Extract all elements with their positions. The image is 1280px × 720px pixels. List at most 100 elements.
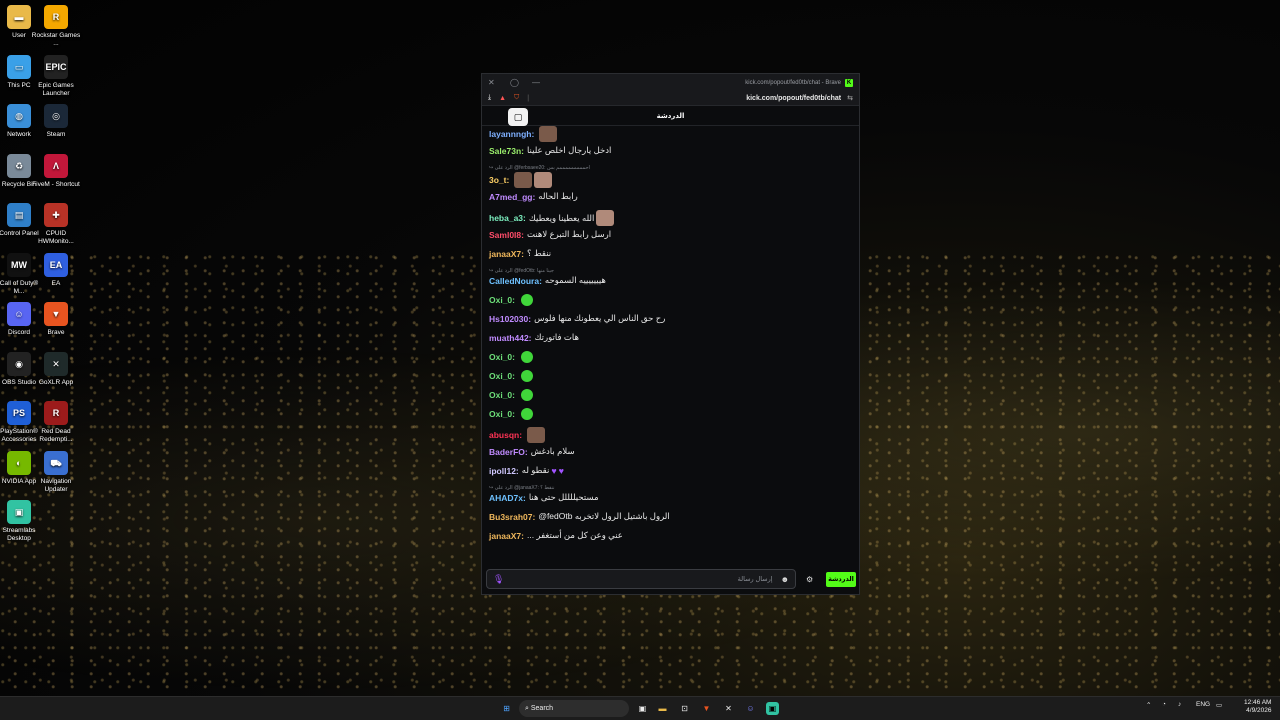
chat-message-list[interactable]: layannngh: Sale73n: ادخل يارجال اخلص علينا… — [482, 126, 859, 566]
chat-username[interactable]: Oxi_0: — [489, 409, 515, 419]
chat-message[interactable]: AHAD7x: مستحيللللل حتى هنا — [489, 492, 599, 503]
chat-message[interactable]: Sale73n: ادخل يارجال اخلص علينا — [489, 145, 611, 156]
chat-message-text: ... عني وعن كل من أستغفر — [526, 530, 623, 540]
chat-username[interactable]: heba_a3: — [489, 213, 526, 223]
tray-chevron-icon[interactable]: ⌃ — [1146, 701, 1151, 709]
chat-username[interactable]: Saml0l8: — [489, 230, 524, 240]
chat-username[interactable]: Oxi_0: — [489, 371, 515, 381]
brave-icon: ▼ — [44, 302, 68, 326]
chat-username[interactable]: janaaX7: — [489, 249, 524, 259]
share-icon[interactable]: ⇆ — [847, 94, 853, 102]
chat-username[interactable]: CalledNoura: — [489, 276, 542, 286]
chat-username[interactable]: Oxi_0: — [489, 295, 515, 305]
control-panel-icon: ▤ — [7, 203, 31, 227]
taskbar-search[interactable]: ⌕ Search — [519, 700, 629, 717]
chat-message[interactable]: Oxi_0: — [489, 351, 533, 363]
desktop-shortcut[interactable]: R Red Dead Redempti... — [31, 401, 81, 444]
minimize-icon[interactable]: — — [532, 78, 554, 87]
chat-username[interactable]: Sale73n: — [489, 146, 524, 156]
chat-username[interactable]: BaderFO: — [489, 447, 528, 457]
microphone-tray-icon[interactable]: ♪ — [1178, 701, 1181, 708]
chat-title: الدردشة — [656, 112, 685, 120]
chat-message[interactable]: muath442: هات فاتورتك — [489, 332, 579, 343]
chat-message-text: @fedOtb الرول باشتيل الرول لاتخربه — [538, 511, 670, 521]
clock[interactable]: 12:46 AM 4/9/2026 — [1244, 699, 1271, 715]
epic-games-icon: EPIC — [44, 54, 68, 79]
brave-shield-icon[interactable]: ⛉ — [514, 94, 519, 102]
reply-context[interactable]: ↪ الرد على @fedOtb: جينا منها — [489, 268, 554, 274]
language-indicator[interactable]: ENG — [1196, 701, 1210, 708]
chat-message[interactable]: abusqn: — [489, 427, 546, 443]
streamlabs-taskbar-icon[interactable]: ▣ — [766, 702, 779, 715]
chat-username[interactable]: ipoll12: — [489, 466, 519, 476]
chat-message[interactable]: Oxi_0: — [489, 370, 533, 382]
desktop-shortcut[interactable]: R Rockstar Games ... — [31, 5, 81, 48]
chat-message[interactable]: A7med_gg: رابط الحاله — [489, 191, 578, 202]
address-bar: ⤓ ▲ ⛉ | kick.com/popout/fed0tb/chat ⇆ — [482, 91, 859, 106]
goxlr-taskbar-icon[interactable]: ✕ — [722, 702, 735, 715]
emote-icon — [514, 172, 533, 188]
green-emote-icon — [521, 294, 533, 306]
chat-username[interactable]: A7med_gg: — [489, 192, 535, 202]
network-tray-icon[interactable]: ▭ — [1216, 701, 1222, 709]
task-view-icon[interactable]: ▣ — [636, 702, 649, 715]
reply-context[interactable]: ↪ الرد على @ferbsaee20: احمممممممممم بس — [489, 165, 590, 171]
desktop-shortcut[interactable]: ◎ Steam — [31, 104, 81, 139]
start-windows-icon[interactable]: ⊞ — [500, 702, 513, 715]
restore-icon[interactable]: ◯ — [510, 78, 532, 87]
desktop-shortcut[interactable]: ▼ Brave — [31, 302, 81, 337]
chat-username[interactable]: AHAD7x: — [489, 493, 526, 503]
chat-message-text: ننقط ؟ — [526, 248, 552, 258]
chat-username[interactable]: layannngh: — [489, 129, 534, 139]
chat-message[interactable]: BaderFO: سلام بادغش — [489, 446, 575, 457]
pin-popout-icon[interactable]: ▢ — [508, 108, 528, 126]
chat-message[interactable]: janaaX7:... عني وعن كل من أستغفر — [489, 530, 623, 541]
chat-message[interactable]: layannngh: — [489, 126, 558, 142]
send-chat-button[interactable]: الدردشة — [826, 571, 856, 587]
chat-message[interactable]: 3o_t: — [489, 172, 553, 188]
chat-username[interactable]: 3o_t: — [489, 175, 509, 185]
desktop-shortcut[interactable]: EA EA — [31, 252, 81, 288]
chat-message[interactable]: ipoll12: نقطو له ♥ ♥ — [489, 465, 564, 476]
url-text[interactable]: kick.com/popout/fed0tb/chat — [537, 95, 847, 102]
desktop-shortcut[interactable]: ⛟ Navigation Updater — [31, 450, 81, 494]
gear-icon[interactable]: ⚙ — [806, 575, 813, 584]
chat-message[interactable]: Bu3srah07: @fedOtb الرول باشتيل الرول لات… — [489, 511, 670, 522]
chat-message[interactable]: heba_a3: الله يعطينا ويعطيك — [489, 210, 615, 226]
chat-message[interactable]: janaaX7: ننقط ؟ — [489, 248, 551, 259]
chat-message[interactable]: Oxi_0: — [489, 408, 533, 420]
close-icon[interactable]: ✕ — [488, 78, 510, 87]
chat-message[interactable]: CalledNoura: هيييييييه السموحه — [489, 275, 606, 286]
green-emote-icon — [521, 408, 533, 420]
microphone-icon[interactable]: 🎙 — [493, 574, 504, 585]
chat-username[interactable]: Hs102030: — [489, 314, 531, 324]
download-icon[interactable]: ⤓ — [488, 94, 491, 102]
chat-message[interactable]: Oxi_0: — [489, 389, 533, 401]
chat-message[interactable]: Hs102030: رح حق الناس الي يعطونك منها فلو… — [489, 313, 665, 324]
desktop-shortcut[interactable]: ▣ Streamlabs Desktop — [0, 500, 44, 543]
reply-context[interactable]: ↪ الرد على @janaaX7: ننقط ؟ — [489, 485, 555, 491]
discord-taskbar-icon[interactable]: ☺ — [744, 702, 757, 715]
chat-input-box[interactable]: 🎙 إرسال رسالة ☻ — [486, 569, 796, 589]
desktop-shortcut[interactable]: ✕ GoXLR App — [31, 351, 81, 387]
chat-username[interactable]: Oxi_0: — [489, 352, 515, 362]
store-icon[interactable]: ⊡ — [678, 702, 691, 715]
chat-username[interactable]: muath442: — [489, 333, 532, 343]
recycle-bin-icon: ♻ — [7, 153, 31, 178]
file-explorer-icon[interactable]: ▬ — [656, 702, 669, 715]
desktop-shortcut[interactable]: ✚ CPUID HWMonito... — [31, 203, 81, 246]
chat-message[interactable]: Saml0l8: ارسل رابط التبرع لاهنت — [489, 229, 611, 240]
chat-username[interactable]: Oxi_0: — [489, 390, 515, 400]
chat-username[interactable]: Bu3srah07: — [489, 512, 535, 522]
desktop-shortcut[interactable]: EPIC Epic Games Launcher — [31, 54, 81, 98]
chat-input-placeholder[interactable]: إرسال رسالة — [504, 575, 780, 583]
chat-username[interactable]: abusqn: — [489, 430, 522, 440]
emoji-picker-icon[interactable]: ☻ — [781, 575, 789, 584]
brave-rewards-icon[interactable]: ▲ — [499, 95, 506, 102]
brave-taskbar-icon[interactable]: ▼ — [700, 702, 713, 715]
chat-input-row: 🎙 إرسال رسالة ☻ ⚙ الدردشة — [486, 568, 856, 590]
desktop-shortcut[interactable]: Λ FiveM - Shortcut — [31, 153, 81, 189]
chat-message[interactable]: Oxi_0: — [489, 294, 533, 306]
wifi-icon[interactable]: ◔ — [1162, 701, 1166, 708]
chat-username[interactable]: janaaX7: — [489, 531, 524, 541]
